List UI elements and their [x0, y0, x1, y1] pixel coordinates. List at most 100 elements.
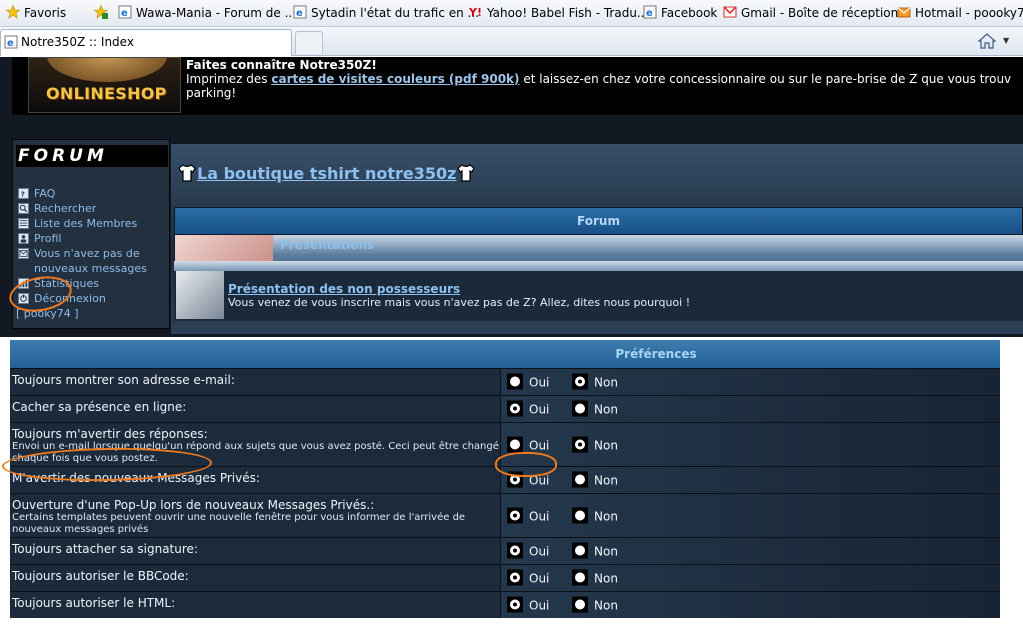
forum-title[interactable]: Présentation des non possesseurs — [228, 282, 460, 296]
favorites-bar: Favoris e Wawa-Mania - Forum de ... e Syta… — [0, 0, 1023, 27]
add-favorite-icon — [94, 5, 108, 19]
radio-button-icon[interactable] — [572, 400, 588, 417]
preference-row: Toujours autoriser le BBCode: Oui Non — [10, 564, 1000, 591]
forum-main: La boutique tshirt notre350z Forum Prése… — [171, 144, 1023, 334]
radio-button-icon[interactable] — [572, 373, 588, 390]
favorites-button[interactable]: Favoris — [6, 5, 66, 21]
radio-oui[interactable]: Oui — [507, 569, 549, 587]
sidebar-item-members[interactable]: Liste des Membres — [16, 216, 170, 231]
preference-label-cell: Toujours attacher sa signature: — [10, 538, 500, 564]
add-favorite-button[interactable] — [94, 5, 112, 21]
new-tab-button[interactable] — [295, 31, 323, 54]
radio-non[interactable]: Non — [572, 471, 618, 489]
preference-options: Oui Non — [500, 467, 1000, 493]
sidebar-item-messages[interactable]: Vous n'avez pas de nouveaux messages — [16, 246, 170, 276]
preference-label: Ouverture d'une Pop-Up lors de nouveaux … — [12, 498, 375, 512]
radio-non[interactable]: Non — [572, 569, 618, 587]
tab-active[interactable]: e Notre350Z :: Index — [0, 29, 292, 56]
preference-hint: Certains templates peuvent ouvrir une no… — [12, 512, 466, 535]
forum-row: Présentation des non possesseurs Vous ve… — [174, 268, 1023, 321]
radio-button-icon[interactable] — [507, 507, 523, 523]
forum-column-header: Forum — [174, 207, 1023, 235]
radio-button-icon[interactable] — [507, 569, 523, 586]
faq-icon: ? — [18, 188, 29, 199]
forum-thumbnail — [176, 271, 224, 319]
fav-link-0[interactable]: e Wawa-Mania - Forum de ... — [118, 5, 296, 21]
preference-options: Oui Non — [500, 538, 1000, 564]
radio-oui[interactable]: Oui — [507, 542, 549, 560]
radio-non[interactable]: Non — [572, 400, 618, 418]
sidebar-item-faq[interactable]: ? FAQ — [16, 186, 170, 201]
svg-text:e: e — [296, 8, 303, 19]
preference-row: Toujours autoriser le HTML: Oui Non — [10, 591, 1000, 618]
preference-row: Cacher sa présence en ligne: Oui Non — [10, 395, 1000, 422]
preference-options: Oui Non — [500, 592, 1000, 618]
fav-link-1[interactable]: e Sytadin l'état du trafic en ... — [293, 5, 479, 21]
forum-description: Vous venez de vous inscrire mais vous n'… — [228, 296, 691, 309]
preferences-panel: Préférences Toujours montrer son adresse… — [0, 337, 1023, 624]
ie-page-icon: e — [293, 5, 307, 19]
radio-button-icon[interactable] — [507, 436, 523, 452]
radio-button-icon[interactable] — [507, 542, 523, 559]
fav-link-3[interactable]: e Facebook — [643, 5, 717, 21]
radio-button-icon[interactable] — [572, 436, 588, 452]
star-icon — [6, 5, 20, 19]
messages-icon — [18, 248, 29, 259]
radio-button-icon[interactable] — [572, 569, 588, 586]
radio-button-icon[interactable] — [572, 542, 588, 559]
sidebar-item-search[interactable]: Rechercher — [16, 201, 170, 216]
preference-options: Oui Non — [500, 494, 1000, 537]
preference-options: Oui Non — [500, 423, 1000, 466]
forum-table: Forum Présentations Présentation des non… — [174, 207, 1023, 321]
radio-oui[interactable]: Oui — [507, 596, 549, 614]
radio-oui[interactable]: Oui — [507, 436, 549, 453]
preference-label-cell: Toujours autoriser le BBCode: — [10, 565, 500, 591]
radio-non[interactable]: Non — [572, 373, 618, 391]
radio-button-icon[interactable] — [572, 471, 588, 488]
radio-non[interactable]: Non — [572, 507, 618, 524]
ie-page-icon: e — [643, 5, 657, 19]
radio-non[interactable]: Non — [572, 542, 618, 560]
ie-page-icon: e — [118, 5, 132, 19]
fav-link-5[interactable]: Hotmail - poooky74 — [897, 5, 1023, 21]
tshirt-shop-link[interactable]: La boutique tshirt notre350z — [177, 164, 476, 183]
business-cards-link[interactable]: cartes de visites couleurs (pdf 900k) — [271, 72, 519, 86]
preference-label-cell: Toujours autoriser le HTML: — [10, 592, 500, 618]
svg-text:e: e — [646, 8, 653, 19]
announcement-banner: ONLINESHOP Faites connaître Notre350Z! I… — [12, 57, 1023, 115]
fav-link-2[interactable]: Y! Yahoo! Babel Fish - Tradu... — [469, 5, 648, 21]
radio-non[interactable]: Non — [572, 596, 618, 614]
online-shop-logo[interactable]: ONLINESHOP — [28, 57, 181, 113]
fav-link-4[interactable]: Gmail - Boîte de réception... — [723, 5, 910, 21]
radio-button-icon[interactable] — [572, 507, 588, 523]
svg-text:Y!: Y! — [469, 6, 482, 19]
favorites-label: Favoris — [24, 6, 67, 20]
sidebar-item-profile[interactable]: Profil — [16, 231, 170, 246]
gmail-icon — [723, 6, 737, 18]
radio-oui[interactable]: Oui — [507, 373, 549, 391]
preference-label-cell: Toujours montrer son adresse e-mail: — [10, 369, 500, 395]
radio-oui[interactable]: Oui — [507, 400, 549, 418]
profile-icon — [18, 233, 29, 244]
chevron-down-icon[interactable]: ▼ — [1003, 36, 1009, 45]
announcement-text: Faites connaître Notre350Z! Imprimez des… — [186, 58, 1023, 100]
yahoo-icon: Y! — [469, 6, 482, 19]
radio-non[interactable]: Non — [572, 436, 618, 453]
home-icon[interactable] — [978, 32, 996, 50]
preferences-table: Préférences Toujours montrer son adresse… — [10, 340, 1000, 618]
radio-oui[interactable]: Oui — [507, 507, 549, 524]
tab-bar: e Notre350Z :: Index ▼ — [0, 27, 1023, 56]
svg-text:?: ? — [21, 189, 25, 198]
preference-options: Oui Non — [500, 565, 1000, 591]
svg-text:e: e — [7, 38, 14, 49]
preference-row: Toujours attacher sa signature: Oui Non — [10, 537, 1000, 564]
tshirt-icon — [457, 164, 476, 182]
radio-button-icon[interactable] — [507, 596, 523, 613]
radio-button-icon[interactable] — [572, 596, 588, 613]
radio-button-icon[interactable] — [507, 400, 523, 417]
preference-options: Oui Non — [500, 369, 1000, 395]
category-title[interactable]: Présentations — [280, 238, 374, 252]
radio-button-icon[interactable] — [507, 373, 523, 390]
oui-highlight-circle — [495, 452, 557, 477]
preference-label-cell: Ouverture d'une Pop-Up lors de nouveaux … — [10, 494, 500, 537]
